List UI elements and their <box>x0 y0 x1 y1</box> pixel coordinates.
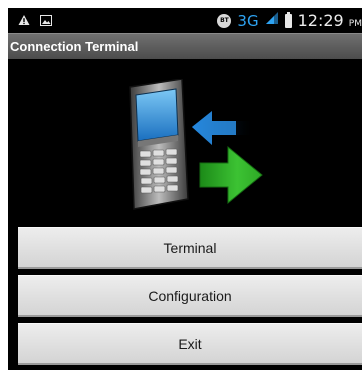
signal-icon <box>265 11 279 30</box>
exit-button[interactable]: Exit <box>18 323 362 365</box>
hero-illustration <box>8 59 362 229</box>
configuration-button[interactable]: Configuration <box>18 275 362 317</box>
battery-icon <box>284 11 292 28</box>
terminal-button[interactable]: Terminal <box>18 227 362 269</box>
status-bar: BT 3G 12:29 PM <box>8 8 362 33</box>
warning-icon <box>18 13 30 31</box>
notification-icons <box>18 13 52 31</box>
system-icons: BT 3G 12:29 PM <box>217 8 362 33</box>
network-type-label: 3G <box>237 11 259 30</box>
clock: 12:29 PM <box>298 11 362 30</box>
image-icon <box>40 13 52 31</box>
outgoing-arrow-icon <box>199 145 263 205</box>
clock-suffix: PM <box>348 19 362 29</box>
incoming-arrow-icon <box>192 111 254 145</box>
bluetooth-icon: BT <box>217 13 232 28</box>
connection-illustration <box>129 79 263 210</box>
app-screen: BT 3G 12:29 PM Connection Terminal Termi… <box>8 8 362 370</box>
app-title: Connection Terminal <box>10 39 139 54</box>
title-bar: Connection Terminal <box>8 33 362 59</box>
phone-icon <box>129 79 189 210</box>
clock-time: 12:29 <box>297 11 344 30</box>
